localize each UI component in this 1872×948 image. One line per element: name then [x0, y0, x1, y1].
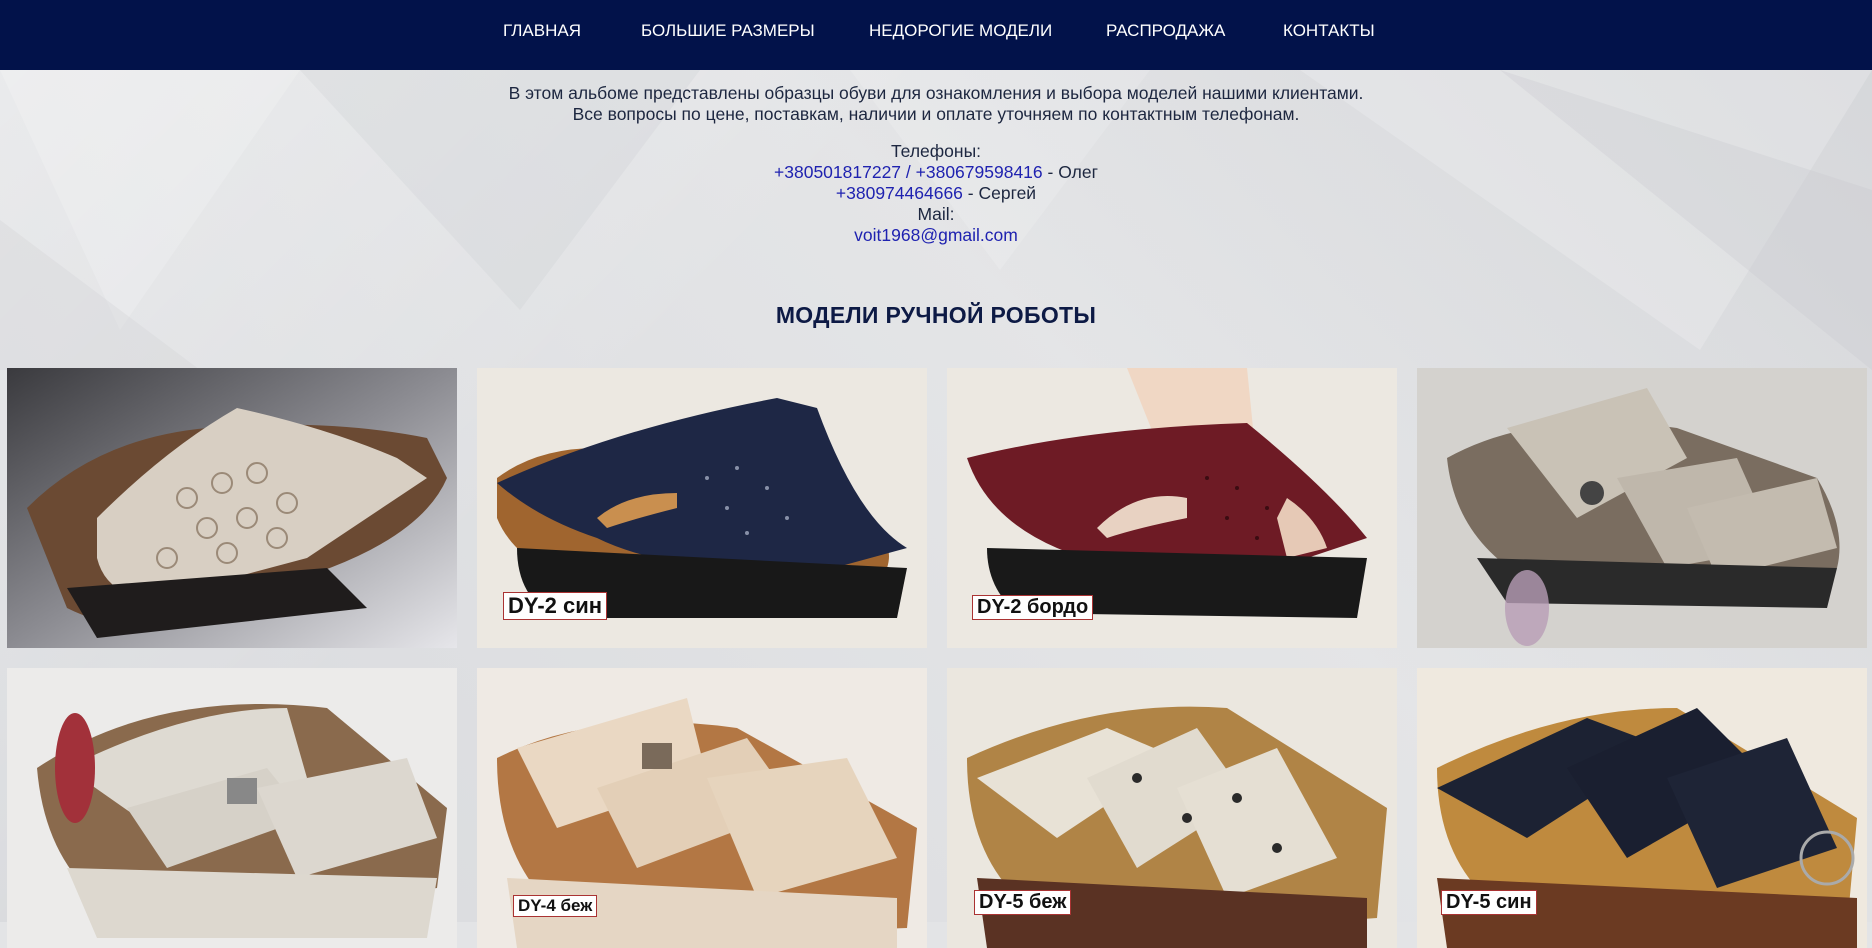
intro-text: В этом альбоме представлены образцы обув…	[0, 83, 1872, 125]
product-card-1[interactable]	[7, 368, 457, 648]
top-navbar: ГЛАВНАЯ БОЛЬШИЕ РАЗМЕРЫ НЕДОРОГИЕ МОДЕЛИ…	[0, 0, 1872, 70]
product-card-6[interactable]: DY-4 беж	[477, 668, 927, 948]
product-label: DY-5 син	[1441, 890, 1537, 915]
section-title: МОДЕЛИ РУЧНОЙ РОБОТЫ	[775, 302, 1097, 328]
phone-link-3[interactable]: +380974464666	[836, 183, 963, 203]
product-card-2[interactable]: DY-2 син	[477, 368, 927, 648]
product-card-3[interactable]: DY-2 бордо	[947, 368, 1397, 648]
product-label: DY-5 беж	[974, 890, 1072, 915]
product-label: DY-4 беж	[513, 895, 598, 917]
intro-line-2: Все вопросы по цене, поставкам, наличии …	[572, 104, 1300, 124]
phone-separator: /	[901, 162, 916, 182]
nav-item-contacts[interactable]: КОНТАКТЫ	[1283, 20, 1375, 42]
product-card-7[interactable]: DY-5 беж	[947, 668, 1397, 948]
phone-link-1[interactable]: +380501817227	[774, 162, 901, 182]
product-card-4[interactable]	[1417, 368, 1867, 648]
product-card-5[interactable]	[7, 668, 457, 948]
product-image-grey-strap-sandal	[1417, 368, 1867, 648]
product-label: DY-2 син	[503, 592, 608, 620]
contacts-block: Телефоны: +380501817227 / +380679598416 …	[0, 141, 1872, 246]
mail-label: Mail:	[917, 204, 955, 224]
nav-item-large-sizes[interactable]: БОЛЬШИЕ РАЗМЕРЫ	[641, 20, 815, 42]
nav-item-home[interactable]: ГЛАВНАЯ	[503, 20, 581, 42]
product-label: DY-2 бордо	[972, 595, 1094, 620]
phone-link-2[interactable]: +380679598416	[916, 162, 1043, 182]
nav-item-sale[interactable]: РАСПРОДАЖА	[1106, 20, 1225, 42]
product-image-beige-wedge	[7, 368, 457, 648]
email-link[interactable]: voit1968@gmail.com	[854, 225, 1018, 245]
phones-label: Телефоны:	[890, 141, 982, 161]
contact-name-oleg: - Олег	[1042, 162, 1098, 182]
product-image-white-strap-sandal	[7, 668, 457, 948]
nav-item-cheap-models[interactable]: НЕДОРОГИЕ МОДЕЛИ	[869, 20, 1052, 42]
product-card-8[interactable]: DY-5 син	[1417, 668, 1867, 948]
intro-line-1: В этом альбоме представлены образцы обув…	[508, 83, 1364, 103]
contact-name-sergey: - Сергей	[962, 183, 1037, 203]
